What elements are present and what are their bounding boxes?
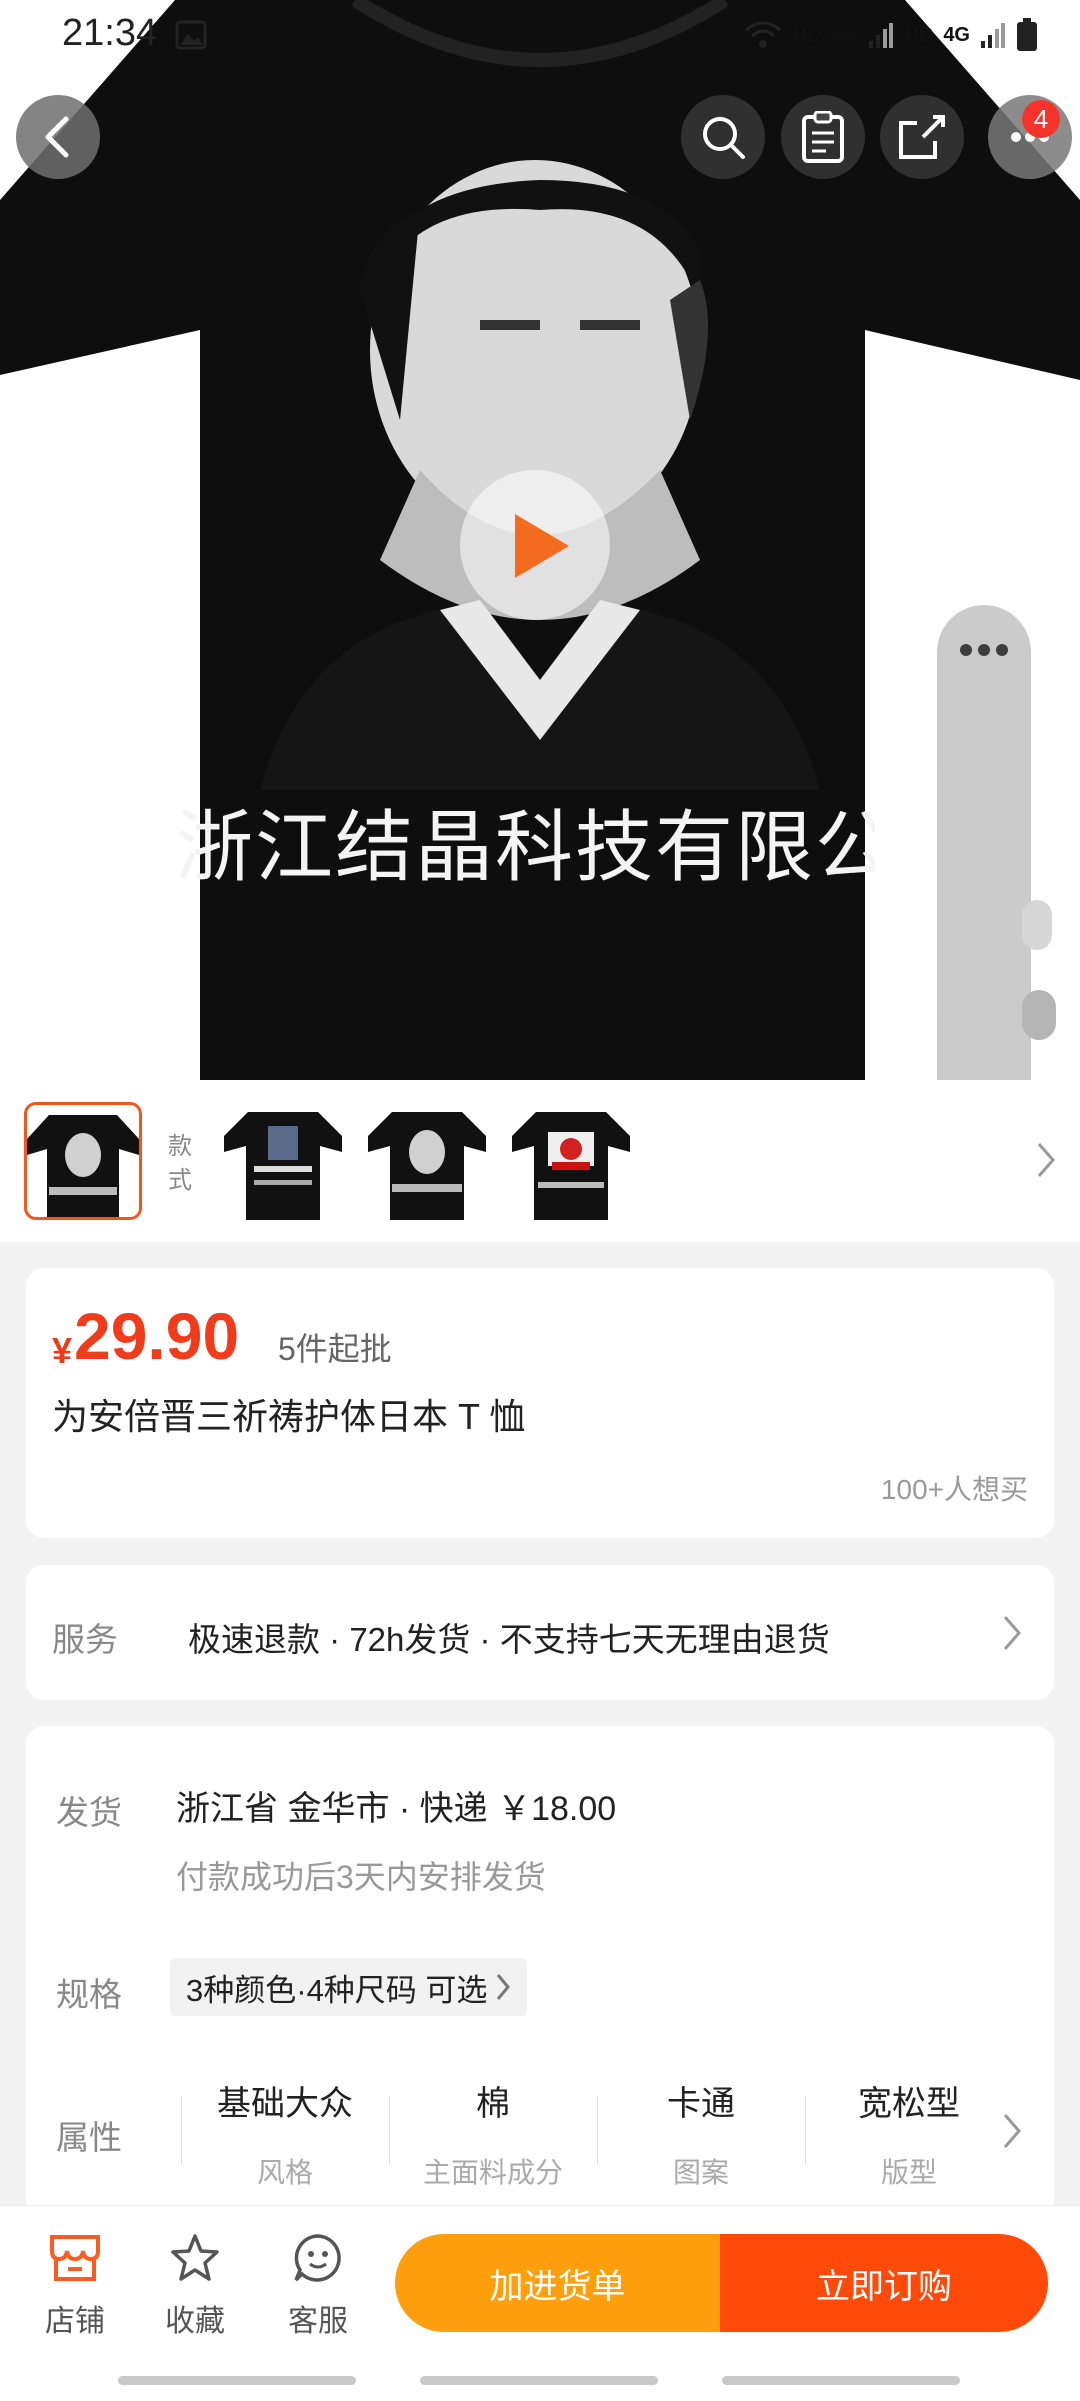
network-type-4: 4G bbox=[943, 23, 970, 46]
thumb-shirt-image bbox=[27, 1115, 139, 1217]
thumbnail-4[interactable] bbox=[512, 1102, 630, 1220]
customer-service-button[interactable]: 客服 bbox=[268, 2228, 368, 2340]
clipboard-icon bbox=[802, 111, 844, 163]
attribute-key: 风格 bbox=[256, 2157, 313, 2188]
clipboard-button[interactable] bbox=[781, 95, 865, 179]
shipping-origin: 浙江省 金华市 · 快递 ￥18.00 bbox=[176, 1790, 617, 1828]
status-bar: 21:34 HD 4G HD 4G bbox=[0, 0, 1080, 72]
attribute-item: 棉 主面料成分 bbox=[389, 2076, 597, 2191]
product-title: 为安倍晋三祈祷护体日本 T 恤 bbox=[52, 1396, 526, 1437]
service-text: 极速退款 · 72h发货 · 不支持七天无理由退货 bbox=[188, 1621, 830, 1658]
network-type-1: HD bbox=[792, 23, 822, 46]
play-video-button[interactable] bbox=[460, 470, 610, 620]
shipping-note: 付款成功后3天内安排发货 bbox=[176, 1859, 546, 1895]
network-type-3: HD bbox=[904, 23, 934, 46]
network-type-2: 4G bbox=[831, 23, 859, 46]
shop-button[interactable]: 店铺 bbox=[25, 2228, 125, 2340]
currency-symbol: ¥ bbox=[52, 1330, 73, 1371]
signal-icon bbox=[869, 23, 894, 48]
buy-now-button[interactable]: 立即订购 bbox=[720, 2234, 1048, 2332]
status-indicators: HD 4G HD 4G bbox=[743, 18, 1038, 52]
minimum-order: 5件起批 bbox=[278, 1331, 392, 1367]
attribute-item: 基础大众 风格 bbox=[181, 2076, 389, 2191]
float-handle bbox=[1022, 900, 1052, 950]
attribute-item: 宽松型 版型 bbox=[805, 2076, 1013, 2191]
thumbnail-2[interactable] bbox=[224, 1102, 342, 1220]
chevron-right-icon bbox=[497, 1974, 511, 2000]
attribute-value: 棉 bbox=[476, 2085, 510, 2123]
favorite-label: 收藏 bbox=[165, 2305, 225, 2338]
chat-icon bbox=[294, 2234, 341, 2282]
chevron-right-icon bbox=[1003, 1616, 1021, 1650]
spec-selector[interactable]: 3种颜色·4种尺码 可选 bbox=[170, 1958, 528, 2016]
attribute-key: 主面料成分 bbox=[422, 2157, 563, 2188]
thumbnail-1[interactable] bbox=[24, 1102, 142, 1220]
favorite-button[interactable]: 收藏 bbox=[145, 2228, 245, 2340]
gesture-bar-left bbox=[118, 2376, 356, 2385]
play-icon bbox=[515, 514, 569, 578]
details-card: 发货 浙江省 金华市 · 快递 ￥18.00 付款成功后3天内安排发货 规格 3… bbox=[26, 1726, 1054, 2206]
add-to-cart-button[interactable]: 加进货单 bbox=[395, 2234, 720, 2332]
back-button[interactable] bbox=[16, 95, 100, 179]
service-label: 服务 bbox=[52, 1621, 118, 1658]
floating-tool-panel[interactable] bbox=[937, 605, 1031, 1152]
bottom-action-bar: 店铺 收藏 客服 加进货单 立即订购 bbox=[0, 2205, 1080, 2401]
search-icon bbox=[703, 117, 745, 159]
attribute-value: 基础大众 bbox=[217, 2085, 353, 2123]
attribute-value: 宽松型 bbox=[858, 2085, 960, 2123]
float-handle-2 bbox=[1022, 990, 1056, 1040]
attributes-chevron-icon[interactable] bbox=[1001, 2111, 1023, 2151]
attribute-key: 版型 bbox=[880, 2157, 937, 2188]
attributes-list[interactable]: 基础大众 风格 棉 主面料成分 卡通 图案 宽松型 版型 bbox=[181, 2076, 1011, 2191]
thumbnail-3[interactable] bbox=[368, 1102, 486, 1220]
service-label: 客服 bbox=[288, 2305, 348, 2338]
shirt-print-text: 浙江结晶科技有限公司 bbox=[175, 803, 875, 893]
thumb-shirt-image-2 bbox=[224, 1112, 342, 1220]
cart-count-badge: 4 bbox=[1022, 100, 1060, 138]
star-icon bbox=[171, 2234, 219, 2281]
shipping-label: 发货 bbox=[56, 1794, 122, 1831]
gallery-notification-icon bbox=[175, 20, 207, 50]
spec-label: 规格 bbox=[56, 1976, 122, 2013]
attribute-value: 卡通 bbox=[667, 2085, 735, 2123]
thumb-shirt-image-4 bbox=[512, 1112, 630, 1220]
price-card: ¥ 29.90 5件起批 为安倍晋三祈祷护体日本 T 恤 100+人想买 bbox=[26, 1268, 1054, 1538]
panel-more-icon[interactable] bbox=[959, 643, 1009, 657]
attribute-item: 卡通 图案 bbox=[597, 2076, 805, 2191]
price-value: 29.90 bbox=[74, 1299, 240, 1373]
status-time: 21:34 bbox=[62, 12, 158, 54]
thumbnail-strip: 款式 bbox=[0, 1080, 1080, 1242]
spec-value: 3种颜色·4种尺码 可选 bbox=[186, 1972, 488, 2008]
back-arrow-icon bbox=[45, 116, 69, 158]
style-label: 款式 bbox=[168, 1133, 192, 1194]
battery-icon bbox=[1017, 18, 1037, 51]
search-button[interactable] bbox=[681, 95, 765, 179]
shop-icon bbox=[50, 2235, 100, 2281]
service-row[interactable]: 服务 极速退款 · 72h发货 · 不支持七天无理由退货 bbox=[26, 1565, 1054, 1700]
attribute-key: 图案 bbox=[672, 2157, 729, 2188]
thumbnails-next-icon[interactable] bbox=[1035, 1140, 1057, 1180]
signal-icon-2 bbox=[981, 23, 1005, 48]
wifi-icon bbox=[744, 21, 781, 48]
want-count: 100+人想买 bbox=[880, 1474, 1028, 1505]
gesture-bar-center bbox=[420, 2376, 658, 2385]
gesture-bar-right bbox=[722, 2376, 960, 2385]
attributes-label: 属性 bbox=[56, 2119, 122, 2156]
share-icon bbox=[899, 115, 945, 159]
shop-label: 店铺 bbox=[45, 2305, 105, 2338]
share-button[interactable] bbox=[880, 95, 964, 179]
thumb-shirt-image-3 bbox=[368, 1112, 486, 1220]
